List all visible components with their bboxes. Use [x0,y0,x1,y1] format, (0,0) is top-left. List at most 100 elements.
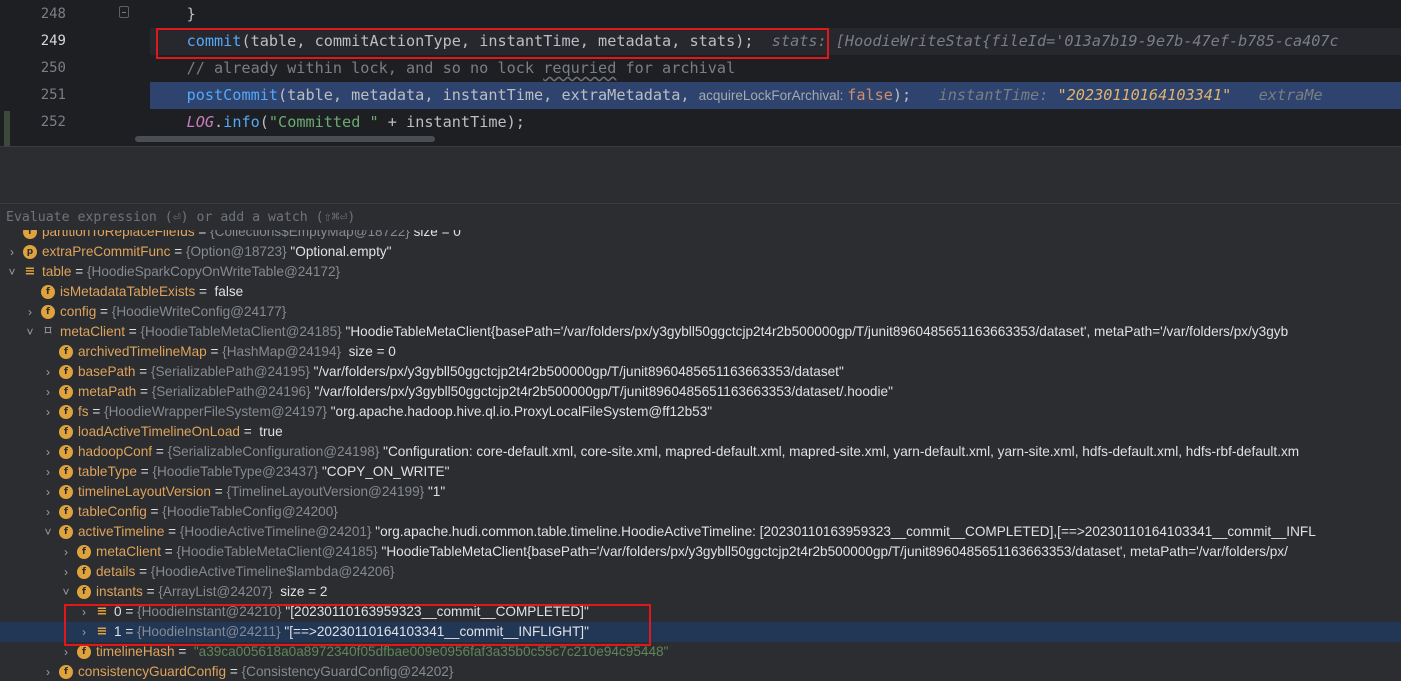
equals-sign: = [136,384,152,399]
variable-row[interactable]: f archivedTimelineMap = {HashMap@24194} s… [0,342,1401,362]
expand-arrow-icon[interactable]: › [60,562,72,582]
variable-type: {HoodieWriteConfig@24177} [111,304,287,319]
line-number-row[interactable]: 249 [0,28,150,55]
field-icon: f [77,645,91,659]
code-token: acquireLockForArchival: [698,88,848,103]
expand-arrow-icon[interactable]: › [42,502,54,522]
equals-sign: = [135,364,151,379]
expand-arrow-icon[interactable]: › [60,642,72,662]
code-line[interactable]: } [150,1,1401,28]
expand-arrow-icon[interactable]: › [6,242,18,262]
variable-row[interactable]: › f timelineHash = "a39ca005618a0a8972340f… [0,642,1401,662]
variable-row[interactable]: › f tableType = {HoodieTableType@23437} "C… [0,462,1401,482]
variable-text: timelineHash = "a39ca005618a0a8972340f05… [96,642,668,662]
variable-name: basePath [78,364,136,379]
line-number: 250 [40,60,66,76]
variable-name: tableType [78,464,137,479]
variable-row[interactable]: › f fs = {HoodieWrapperFileSystem@24197} "… [0,402,1401,422]
code-token: stats: [HoodieWriteStat{fileId='013a7b19… [753,32,1339,50]
equals-sign: = [170,244,186,259]
variable-type: {HoodieWrapperFileSystem@24197} [104,404,327,419]
variable-row[interactable]: › p extraPreCommitFunc = {Option@18723} "O… [0,242,1401,262]
variable-row[interactable]: › f tableConfig = {HoodieTableConfig@24200… [0,502,1401,522]
field-icon: f [59,525,73,539]
variable-value: "/var/folders/px/y3gybll50ggctcjp2t4r2b5… [310,384,893,399]
code-token: instantTime: [938,86,1058,104]
collapse-arrow-icon[interactable]: ˅ [60,582,72,602]
variable-row[interactable]: › f consistencyGuardConfig = {ConsistencyG… [0,662,1401,681]
variable-text: isMetadataTableExists = false [60,282,243,302]
code-line[interactable]: // already within lock, and so no lock r… [150,55,1401,82]
variable-type: {HoodieTableMetaClient@24185} [140,324,342,339]
variable-row[interactable]: f loadActiveTimelineOnLoad = true [0,422,1401,442]
variable-name: fs [78,404,89,419]
variable-row[interactable]: › f config = {HoodieWriteConfig@24177} [0,302,1401,322]
collapse-arrow-icon[interactable]: ˅ [6,262,18,282]
expand-arrow-icon[interactable]: › [42,462,54,482]
variable-row[interactable]: ˅ ≡ table = {HoodieSparkCopyOnWriteTable@2… [0,262,1401,282]
code-line[interactable]: LOG.info("Committed " + instantTime); [150,109,1401,136]
variable-row[interactable]: f partitionToReplaceFileIds = {Collection… [0,230,1401,242]
variable-value: "1" [424,484,446,499]
variable-name: extraPreCommitFunc [42,244,171,259]
expand-arrow-icon[interactable]: › [78,602,90,622]
equals-sign: = [146,504,163,519]
variable-row[interactable]: › f metaPath = {SerializablePath@24196} "/… [0,382,1401,402]
expand-arrow-icon[interactable]: › [60,542,72,562]
line-number-row[interactable]: 252 [0,109,150,136]
evaluate-expression-input[interactable]: Evaluate expression (⏎) or add a watch (… [0,203,1401,230]
variable-type: {HoodieActiveTimeline$lambda@24206} [150,564,395,579]
expand-arrow-icon[interactable]: › [78,622,90,642]
expand-arrow-icon[interactable]: › [42,382,54,402]
variable-row[interactable]: › ≡ 1 = {HoodieInstant@24211} "[==>2023011… [0,622,1401,642]
line-number: 251 [40,87,66,103]
variable-name: metaClient [60,324,125,339]
line-number: 252 [40,114,66,130]
variable-row[interactable]: ˅ ⌑ metaClient = {HoodieTableMetaClient@24… [0,322,1401,342]
code-line-execution-point[interactable]: postCommit(table, metadata, instantTime,… [150,82,1401,109]
variable-row[interactable]: › f hadoopConf = {SerializableConfiguratio… [0,442,1401,462]
variables-tree[interactable]: f partitionToReplaceFileIds = {Collection… [0,230,1401,681]
line-number-row[interactable]: 251 [0,82,150,109]
variable-text: partitionToReplaceFileIds = {Collections… [42,230,461,242]
variable-type: {ConsistencyGuardConfig@24202} [241,664,454,679]
expand-arrow-icon[interactable]: › [42,442,54,462]
variable-text: basePath = {SerializablePath@24195} "/va… [78,362,844,382]
variable-row[interactable]: ˅ f activeTimeline = {HoodieActiveTimeline… [0,522,1401,542]
code-token: LOG [186,113,215,131]
iface-icon: ⌑ [44,324,52,339]
variable-row[interactable]: › f timelineLayoutVersion = {TimelineLayou… [0,482,1401,502]
line-number-row[interactable]: 250 [0,55,150,82]
expand-arrow-icon[interactable]: › [42,402,54,422]
code-token: for archival [616,59,736,77]
variable-row[interactable]: › f details = {HoodieActiveTimeline$lambda… [0,562,1401,582]
variable-type: {HoodieSparkCopyOnWriteTable@24172} [86,264,341,279]
collapse-arrow-icon[interactable]: ˅ [42,522,54,542]
variable-row[interactable]: › f basePath = {SerializablePath@24195} "/… [0,362,1401,382]
expand-arrow-icon[interactable]: › [24,302,36,322]
variable-row[interactable]: › ≡ 0 = {HoodieInstant@24210} "[2023011016… [0,602,1401,622]
expand-arrow-icon[interactable]: › [42,362,54,382]
code-line[interactable]: commit(table, commitActionType, instantT… [150,28,1401,55]
variable-name: 0 [114,604,122,619]
variable-row[interactable]: f isMetadataTableExists = false [0,282,1401,302]
collapse-arrow-icon[interactable]: ˅ [24,322,36,342]
equals-sign: = [206,344,223,359]
variable-value: "org.apache.hadoop.hive.ql.io.ProxyLocal… [326,404,713,419]
variable-row[interactable]: ˅ f instants = {ArrayList@24207} size = 2 [0,582,1401,602]
variable-text: table = {HoodieSparkCopyOnWriteTable@241… [42,262,340,282]
code-editor[interactable]: 248 249 250 251 252 } commit(table, commitAc… [0,0,1401,146]
field-icon: f [59,425,73,439]
variable-type: {HoodieTableType@23437} [152,464,319,479]
field-icon: f [41,285,55,299]
variable-name: instants [96,584,143,599]
arr-icon: ≡ [96,624,108,639]
expand-arrow-icon[interactable]: › [42,482,54,502]
variable-row[interactable]: › f metaClient = {HoodieTableMetaClient@24… [0,542,1401,562]
horizontal-scrollbar[interactable] [135,136,435,142]
code-token: requried [543,59,617,77]
line-number-row[interactable]: 248 [0,1,150,28]
expand-arrow-icon[interactable]: › [42,662,54,681]
variable-name: hadoopConf [78,444,153,459]
code-token: (table, metadata, instantTime, extraMeta… [278,86,699,104]
